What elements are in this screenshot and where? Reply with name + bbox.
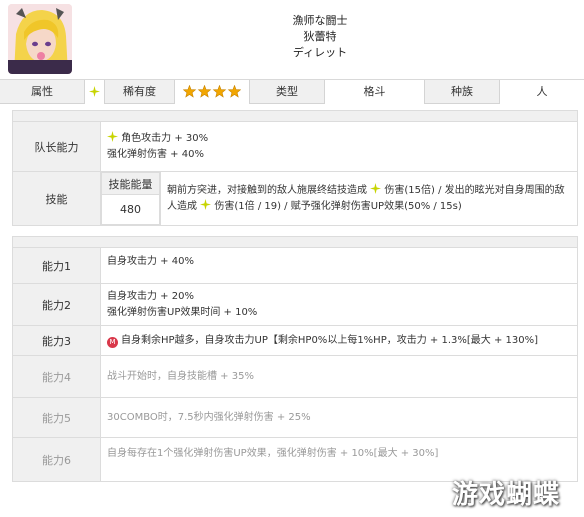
leader-ability-label: 队长能力: [12, 121, 101, 172]
character-name-block: 漁师な闘士 狄蕾特 ディレット: [170, 13, 470, 61]
light-attribute-icon: [107, 130, 118, 142]
leader-skill-table: 队长能力 角色攻击力 + 30% 强化弹射伤害 + 40% 技能 技能能量 48…: [12, 121, 578, 226]
leader-ability-line1: 角色攻击力 + 30%: [121, 132, 209, 144]
character-avatar: [8, 4, 72, 74]
character-name-cn: 狄蕾特: [303, 30, 337, 43]
abilities-table: 能力1 自身攻击力 + 40% 能力2 自身攻击力 + 20% 强化弹射伤害UP…: [12, 247, 578, 482]
skill-label: 技能: [12, 171, 101, 226]
type-label: 类型: [250, 80, 325, 104]
type-value: 格斗: [325, 80, 425, 104]
skill-desc-part3: 伤害(1倍 / 19) / 赋予强化弹射伤害UP效果(50% / 15s): [214, 200, 462, 212]
ability-2-text: 自身攻击力 + 20% 强化弹射伤害UP效果时间 + 10%: [100, 283, 578, 326]
character-header: 漁师な闘士 狄蕾特 ディレット: [0, 0, 584, 80]
ability-6-label: 能力6: [12, 437, 101, 482]
character-title: 漁师な闘士: [292, 14, 348, 27]
light-attribute-icon: [370, 182, 382, 194]
skill-energy-value: 480: [101, 194, 160, 225]
race-value: 人: [500, 80, 584, 104]
rarity-stars: [175, 80, 250, 104]
ability-4-label: 能力4: [12, 355, 101, 398]
attribute-value: [85, 80, 105, 104]
skill-energy-label: 技能能量: [101, 172, 160, 195]
leader-ability-text: 角色攻击力 + 30% 强化弹射伤害 + 40%: [100, 121, 578, 172]
star-rating-icon: [182, 84, 242, 98]
ability-1-text: 自身攻击力 + 40%: [100, 247, 578, 284]
ability-1-label: 能力1: [12, 247, 101, 284]
site-watermark: 游戏蝴蝶: [452, 480, 561, 510]
ability-2-label: 能力2: [12, 283, 101, 326]
ability-2-line2: 强化弹射伤害UP效果时间 + 10%: [107, 306, 258, 318]
ability-3-line: 自身剩余HP越多，自身攻击力UP【剩余HP0%以上每1%HP，攻击力 + 1.3…: [121, 334, 538, 346]
skill-energy-cell: 技能能量 480: [100, 171, 161, 226]
race-label: 种族: [425, 80, 500, 104]
attribute-row: 属性 稀有度 类型 格斗 种族 人: [0, 80, 584, 104]
rarity-label: 稀有度: [105, 80, 175, 104]
ability-3-label: 能力3: [12, 325, 101, 356]
leader-ability-line2: 强化弹射伤害 + 40%: [107, 148, 204, 160]
ability-5-text: 30COMBO时，7.5秒内强化弹射伤害 + 25%: [100, 397, 578, 438]
character-name-jp: ディレット: [292, 46, 348, 59]
attribute-label: 属性: [0, 80, 85, 104]
ability-5-label: 能力5: [12, 397, 101, 438]
light-attribute-icon: [89, 86, 100, 97]
skill-desc-part1: 朝前方突进，对接触到的敌人施展终结技造成: [167, 184, 367, 196]
ability-4-text: 战斗开始时，自身技能槽 + 35%: [100, 355, 578, 398]
light-attribute-icon: [200, 198, 212, 210]
hp-condition-badge-icon: M: [107, 336, 118, 348]
ability-2-line1: 自身攻击力 + 20%: [107, 290, 194, 302]
ability-3-text: M 自身剩余HP越多，自身攻击力UP【剩余HP0%以上每1%HP，攻击力 + 1.…: [100, 325, 578, 356]
skill-description: 朝前方突进，对接触到的敌人施展终结技造成 伤害(15倍) / 发出的眩光对自身周…: [160, 171, 578, 226]
